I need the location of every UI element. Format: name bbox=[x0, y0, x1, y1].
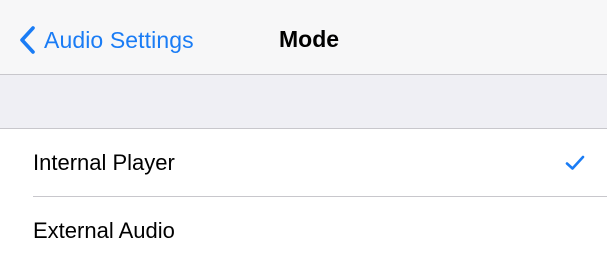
chevron-left-icon bbox=[20, 26, 35, 54]
option-row-internal-player[interactable]: Internal Player bbox=[0, 129, 607, 197]
checkmark-icon bbox=[565, 155, 585, 170]
back-button[interactable]: Audio Settings bbox=[18, 22, 194, 58]
option-label: External Audio bbox=[33, 218, 175, 243]
option-row-external-audio[interactable]: External Audio bbox=[0, 197, 607, 264]
mode-settings-screen: Audio Settings Mode Internal Player Exte… bbox=[0, 0, 607, 264]
group-header-spacer bbox=[0, 75, 607, 129]
option-label: Internal Player bbox=[33, 150, 175, 175]
navigation-bar: Audio Settings Mode bbox=[0, 0, 607, 75]
back-button-label: Audio Settings bbox=[44, 26, 194, 53]
page-title: Mode bbox=[279, 26, 340, 52]
